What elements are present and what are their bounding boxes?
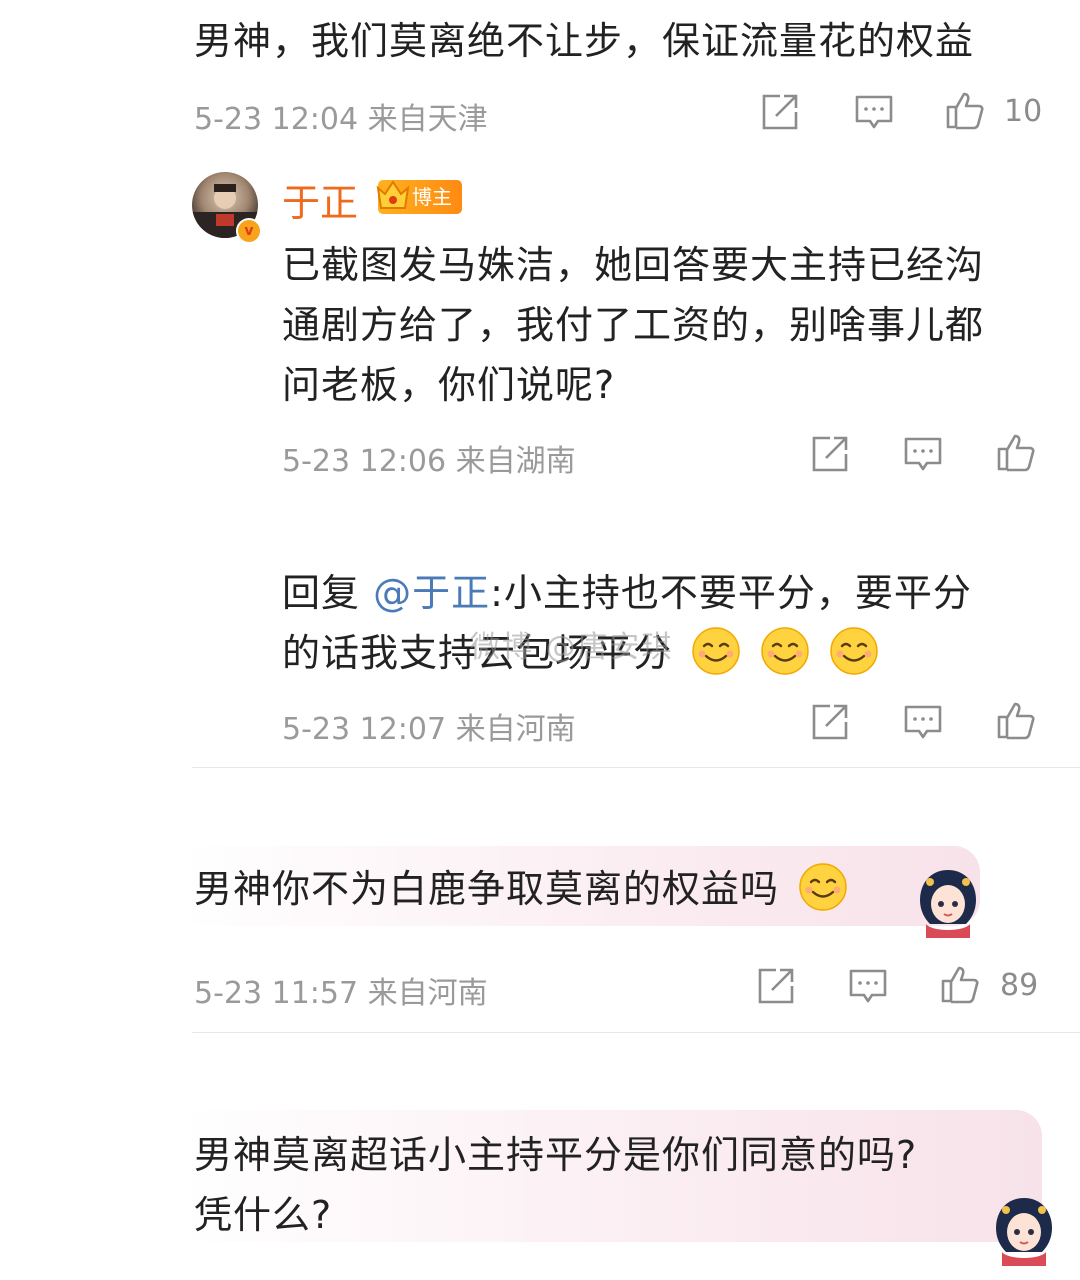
reply-prefix: 回复: [282, 571, 374, 615]
smiley-emoji-icon: [760, 626, 810, 676]
like-count: 89: [1000, 968, 1039, 1003]
divider: [192, 767, 1080, 768]
comment-icon[interactable]: [854, 92, 894, 132]
comment-text: 凭什么?: [194, 1193, 333, 1237]
share-icon[interactable]: [810, 702, 850, 742]
comment-text: 男神，我们莫离绝不让步，保证流量花的权益: [194, 19, 975, 63]
reply-meta: 5-23 12:06 来自湖南: [282, 444, 576, 479]
blogger-badge: 博主: [376, 180, 462, 214]
fan-avatar-sticker: [984, 1190, 1064, 1270]
comment-meta: 5-23 11:57 来自河南: [194, 976, 488, 1011]
thumbs-up-icon[interactable]: [945, 90, 985, 130]
comment-icon[interactable]: [903, 702, 943, 742]
verified-badge-icon: v: [236, 218, 262, 244]
smiley-emoji-icon: [798, 862, 848, 912]
watermark: 微博 @唐安琪: [470, 630, 674, 665]
smiley-emoji-icon: [829, 626, 879, 676]
like-count: 10: [1004, 94, 1043, 129]
comment-text: 男神莫离超话小主持平分是你们同意的吗?: [194, 1133, 918, 1177]
comment-icon[interactable]: [903, 434, 943, 474]
thumbs-up-icon[interactable]: [940, 964, 980, 1004]
divider: [192, 1032, 1080, 1033]
badge-label: 博主: [412, 185, 452, 209]
thumbs-up-icon[interactable]: [996, 432, 1036, 472]
thumbs-up-icon[interactable]: [996, 700, 1036, 740]
reply-line: 问老板，你们说呢?: [282, 363, 616, 407]
reply-line: 通剧方给了，我付了工资的，别啥事儿都: [282, 303, 985, 347]
share-icon[interactable]: [756, 966, 796, 1006]
reply-line: 已截图发马姝洁，她回答要大主持已经沟: [282, 243, 985, 287]
comment-thread: 男神，我们莫离绝不让步，保证流量花的权益 5-23 12:04 来自天津 10 …: [0, 0, 1080, 1280]
crown-icon: [376, 180, 410, 209]
username[interactable]: 于正: [282, 172, 358, 227]
fan-avatar-sticker: [908, 862, 988, 942]
comment-icon[interactable]: [848, 966, 888, 1006]
smiley-emoji-icon: [691, 626, 741, 676]
comment-text-content: 男神你不为白鹿争取莫离的权益吗: [194, 867, 780, 911]
reply-text: :小主持也不要平分，要平分: [490, 571, 972, 615]
reply-meta: 5-23 12:07 来自河南: [282, 712, 576, 747]
share-icon[interactable]: [760, 92, 800, 132]
reply-line: 回复 @于正:小主持也不要平分，要平分: [282, 562, 972, 617]
mention-link[interactable]: @于正: [373, 571, 490, 615]
comment-text: 男神你不为白鹿争取莫离的权益吗: [194, 858, 848, 913]
share-icon[interactable]: [810, 434, 850, 474]
comment-meta: 5-23 12:04 来自天津: [194, 102, 488, 137]
